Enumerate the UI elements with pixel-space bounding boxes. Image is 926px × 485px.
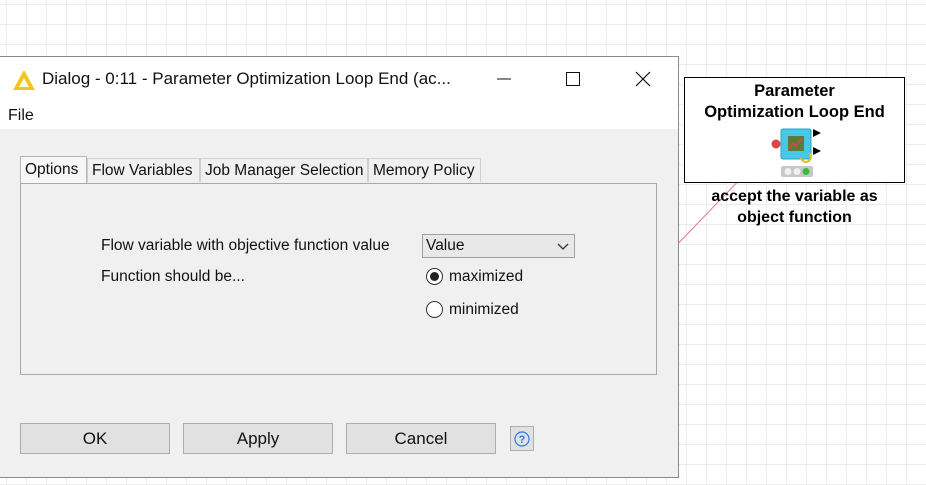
minimize-button[interactable] [469, 57, 539, 101]
maximize-icon [566, 72, 580, 86]
apply-button[interactable]: Apply [183, 423, 333, 454]
node-caption-line: accept the variable as [711, 188, 878, 205]
tab-memory-policy[interactable]: Memory Policy [368, 158, 481, 182]
parameter-optimization-node-icon[interactable] [685, 78, 906, 184]
node-caption-line: object function [737, 209, 852, 226]
close-icon [635, 71, 651, 87]
objective-variable-value: Value [426, 237, 465, 254]
help-button[interactable]: ? [510, 426, 534, 451]
close-button[interactable] [608, 57, 678, 101]
menu-bar: File [0, 101, 678, 129]
tab-flow-variables[interactable]: Flow Variables [87, 158, 200, 182]
function-direction-label: Function should be... [101, 268, 245, 285]
knime-triangle-icon [13, 70, 35, 90]
radio-minimized[interactable] [426, 301, 443, 318]
radio-minimized-label[interactable]: minimized [449, 301, 519, 319]
radio-maximized[interactable] [426, 268, 443, 285]
node-caption: accept the variable as object function [684, 186, 905, 228]
svg-text:?: ? [519, 434, 526, 446]
dialog-title: Dialog - 0:11 - Parameter Optimization L… [42, 69, 451, 88]
objective-variable-select[interactable]: Value [422, 234, 575, 258]
title-bar[interactable]: Dialog - 0:11 - Parameter Optimization L… [0, 57, 678, 101]
options-panel: Flow variable with objective function va… [20, 183, 657, 375]
tab-job-manager-selection[interactable]: Job Manager Selection [200, 158, 368, 182]
radio-maximized-label[interactable]: maximized [449, 268, 523, 286]
cancel-button[interactable]: Cancel [346, 423, 496, 454]
menu-file[interactable]: File [8, 107, 34, 125]
tab-options[interactable]: Options [20, 156, 87, 183]
status-light-off [793, 168, 801, 175]
dialog-window: Dialog - 0:11 - Parameter Optimization L… [0, 56, 679, 478]
node-input-port [771, 139, 781, 149]
objective-variable-label: Flow variable with objective function va… [101, 237, 390, 254]
status-light-green [802, 168, 810, 175]
chevron-down-icon [557, 243, 569, 250]
maximize-button[interactable] [538, 57, 608, 101]
ok-button[interactable]: OK [20, 423, 170, 454]
node-box[interactable]: Parameter Optimization Loop End [684, 77, 905, 183]
status-light-off [784, 168, 792, 175]
help-icon: ? [514, 430, 530, 447]
minimize-icon [497, 78, 511, 80]
